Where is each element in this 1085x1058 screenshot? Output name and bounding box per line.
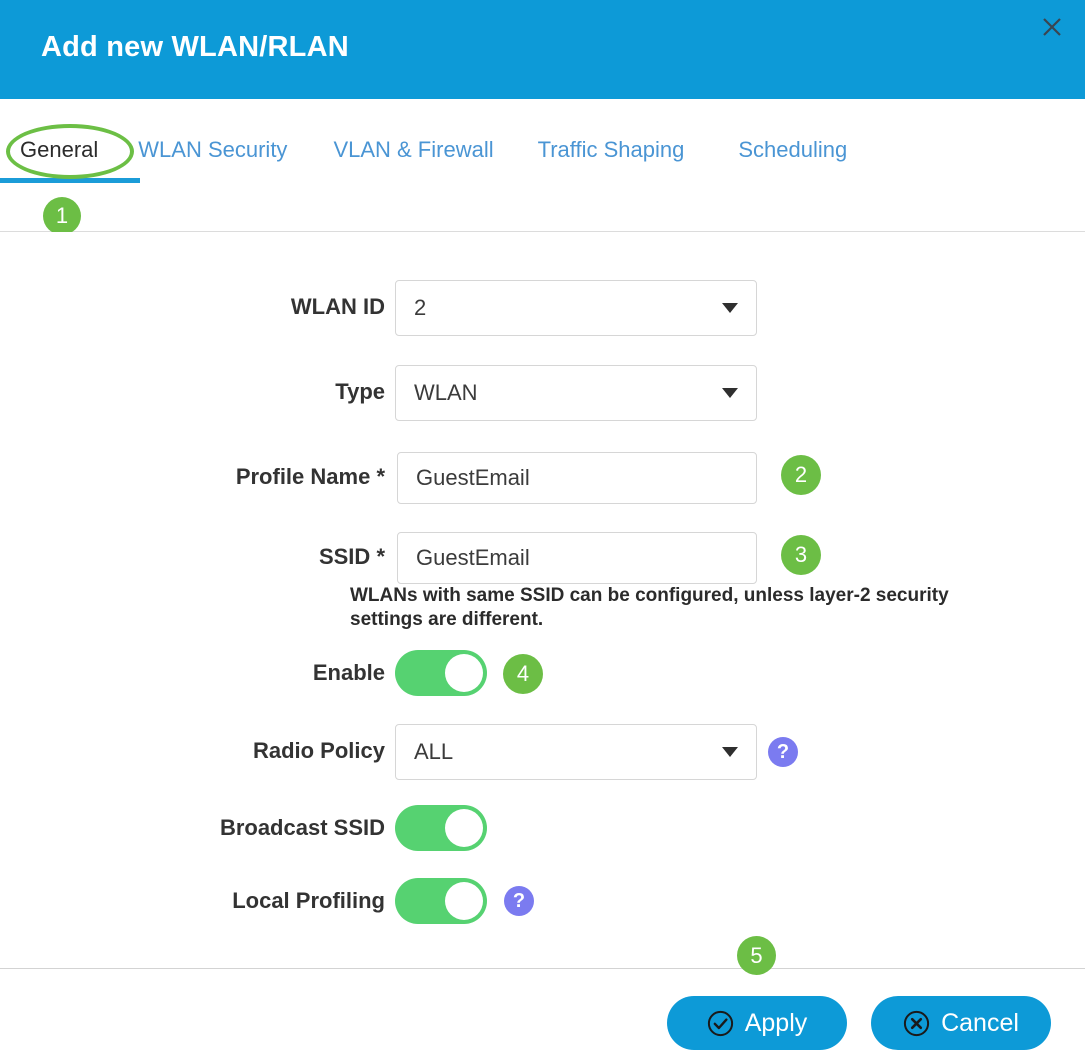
select-radio-policy-value: ALL bbox=[414, 739, 454, 764]
dialog-footer: Apply Cancel bbox=[0, 969, 1085, 1058]
select-wlan-id-value: 2 bbox=[414, 295, 427, 320]
field-row-local-profiling: Local Profiling ? bbox=[0, 878, 1085, 924]
input-profile-name[interactable]: GuestEmail bbox=[397, 452, 757, 504]
ssid-helper-text: WLANs with same SSID can be configured, … bbox=[350, 585, 949, 630]
field-row-radio-policy: Radio Policy ALL ? bbox=[0, 724, 1085, 780]
input-ssid-value: GuestEmail bbox=[416, 545, 530, 570]
label-type: Type bbox=[335, 379, 385, 404]
tab-list: General WLAN Security VLAN & Firewall Tr… bbox=[0, 133, 847, 173]
field-row-broadcast-ssid: Broadcast SSID bbox=[0, 805, 1085, 851]
label-ssid: SSID * bbox=[0, 544, 385, 570]
label-profile-name: Profile Name * bbox=[0, 464, 385, 490]
dialog-title: Add new WLAN/RLAN bbox=[41, 31, 349, 63]
input-ssid[interactable]: GuestEmail bbox=[397, 532, 757, 584]
field-row-ssid: SSID * GuestEmail 3 bbox=[0, 532, 1085, 584]
required-asterisk: * bbox=[376, 464, 385, 489]
tab-bar: General WLAN Security VLAN & Firewall Tr… bbox=[0, 99, 1085, 231]
help-icon-local-profiling[interactable]: ? bbox=[504, 886, 534, 916]
select-radio-policy[interactable]: ALL bbox=[395, 724, 757, 780]
x-circle-icon bbox=[903, 1010, 930, 1037]
tab-vlan-firewall[interactable]: VLAN & Firewall bbox=[333, 133, 493, 167]
dialog-header: Add new WLAN/RLAN bbox=[0, 0, 1085, 99]
tab-traffic-shaping[interactable]: Traffic Shaping bbox=[538, 133, 685, 167]
cancel-button-label: Cancel bbox=[941, 1008, 1019, 1037]
label-broadcast-ssid: Broadcast SSID bbox=[219, 815, 385, 840]
toggle-enable[interactable] bbox=[395, 650, 487, 696]
select-type-value: WLAN bbox=[414, 380, 478, 405]
field-row-wlan-id: WLAN ID 2 bbox=[0, 280, 1085, 336]
annotation-badge-5: 5 bbox=[737, 936, 776, 975]
apply-button[interactable]: Apply bbox=[667, 996, 847, 1050]
close-icon[interactable] bbox=[1035, 10, 1069, 44]
toggle-knob bbox=[445, 654, 483, 692]
toggle-knob bbox=[445, 809, 483, 847]
general-form: WLAN ID 2 Type WLAN Profile Name * Guest… bbox=[0, 232, 1085, 968]
annotation-badge-3: 3 bbox=[781, 535, 821, 575]
field-row-enable: Enable 4 bbox=[0, 650, 1085, 696]
label-ssid-text: SSID bbox=[318, 544, 371, 569]
label-profile-name-text: Profile Name bbox=[235, 464, 371, 489]
label-local-profiling: Local Profiling bbox=[232, 888, 385, 913]
field-row-type: Type WLAN bbox=[0, 365, 1085, 421]
tab-wlan-security[interactable]: WLAN Security bbox=[138, 133, 287, 167]
apply-button-label: Apply bbox=[744, 1008, 808, 1037]
cancel-button[interactable]: Cancel bbox=[871, 996, 1051, 1050]
annotation-badge-4: 4 bbox=[503, 654, 543, 694]
select-type[interactable]: WLAN bbox=[395, 365, 757, 421]
chevron-down-icon bbox=[722, 388, 738, 398]
toggle-knob bbox=[445, 882, 483, 920]
chevron-down-icon bbox=[722, 747, 738, 757]
toggle-broadcast-ssid[interactable] bbox=[395, 805, 487, 851]
label-wlan-id: WLAN ID bbox=[290, 294, 385, 319]
label-radio-policy: Radio Policy bbox=[252, 738, 385, 763]
active-tab-underline bbox=[0, 178, 140, 183]
check-circle-icon bbox=[707, 1010, 734, 1037]
annotation-badge-2: 2 bbox=[781, 455, 821, 495]
annotation-badge-1: 1 bbox=[43, 197, 81, 235]
tab-general[interactable]: General bbox=[20, 133, 98, 167]
input-profile-name-value: GuestEmail bbox=[416, 465, 530, 490]
chevron-down-icon bbox=[722, 303, 738, 313]
field-row-profile-name: Profile Name * GuestEmail 2 bbox=[0, 452, 1085, 504]
select-wlan-id[interactable]: 2 bbox=[395, 280, 757, 336]
required-asterisk: * bbox=[376, 544, 385, 569]
toggle-local-profiling[interactable] bbox=[395, 878, 487, 924]
help-icon-radio-policy[interactable]: ? bbox=[768, 737, 798, 767]
tab-scheduling[interactable]: Scheduling bbox=[738, 133, 847, 167]
label-enable: Enable bbox=[312, 660, 385, 685]
